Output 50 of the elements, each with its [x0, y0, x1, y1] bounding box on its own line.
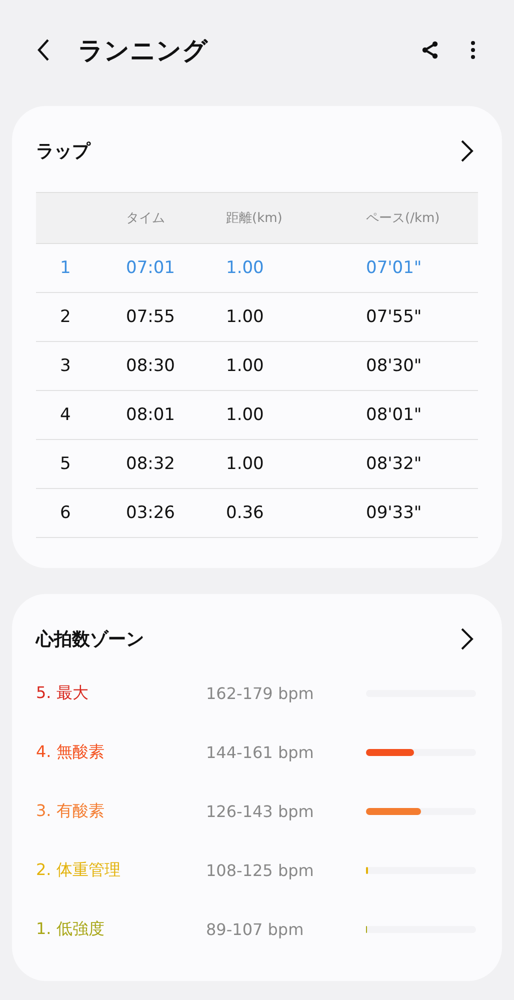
- table-cell-text: 5: [59, 454, 72, 474]
- table-cell-text: 0.36: [226, 503, 265, 523]
- table-cell-text: 07:55: [126, 307, 176, 327]
- table-cell-text: 07'01": [366, 258, 423, 278]
- section-title: 心拍数ゾーン: [36, 628, 144, 651]
- table-cell-text: 1.00: [226, 405, 265, 425]
- lap-row[interactable]: 3 08:30 1.00 08'30": [36, 342, 478, 391]
- table-cell-text: 1.00: [226, 454, 265, 474]
- column-header: 距離(km): [226, 210, 284, 227]
- share-icon[interactable]: [420, 40, 440, 60]
- zone-name: 2. 体重管理: [36, 860, 122, 881]
- table-cell-text: 08'01": [366, 405, 423, 425]
- lap-row[interactable]: 2 07:55 1.00 07'55": [36, 293, 478, 342]
- zone-range: 144-161 bpm: [206, 743, 315, 762]
- table-cell-text: 08:32: [126, 454, 176, 474]
- table-cell-text: 08'32": [366, 454, 423, 474]
- table-cell-text: 1.00: [226, 307, 265, 327]
- table-cell-text: 6: [59, 503, 72, 523]
- zone-name: 5. 最大: [36, 683, 90, 704]
- table-cell-text: 2: [59, 307, 72, 327]
- table-cell-text: 1.00: [226, 258, 265, 278]
- table-cell-text: 07'55": [366, 307, 423, 327]
- table-cell-text: 09'33": [366, 503, 423, 523]
- column-header: タイム: [126, 210, 166, 227]
- lap-row[interactable]: 6 03:26 0.36 09'33": [36, 489, 478, 538]
- screen-title: ランニング: [78, 34, 209, 66]
- table-cell-text: 08'30": [366, 356, 423, 376]
- table-cell-text: 08:30: [126, 356, 176, 376]
- table-cell-text: 08:01: [126, 405, 176, 425]
- zone-name: 3. 有酸素: [36, 801, 106, 822]
- zone-range: 126-143 bpm: [206, 802, 315, 821]
- back-icon[interactable]: [36, 38, 50, 62]
- zone-range: 89-107 bpm: [206, 920, 305, 939]
- zone-range: 162-179 bpm: [206, 684, 315, 703]
- lap-row[interactable]: 5 08:32 1.00 08'32": [36, 440, 478, 489]
- table-cell-text: 03:26: [126, 503, 176, 523]
- table-cell-text: 07:01: [126, 258, 176, 278]
- lap-row[interactable]: 4 08:01 1.00 08'01": [36, 391, 478, 440]
- chevron-right-icon[interactable]: [460, 627, 474, 651]
- column-header: ペース(/km): [366, 210, 441, 227]
- more-options-icon[interactable]: [470, 40, 476, 60]
- zone-range: 108-125 bpm: [206, 861, 315, 880]
- table-cell-text: 3: [59, 356, 72, 376]
- zone-name: 1. 低強度: [36, 919, 106, 940]
- table-cell-text: 1.00: [226, 356, 265, 376]
- table-cell-text: 4: [59, 405, 72, 425]
- table-cell-text: 1: [59, 258, 72, 278]
- chevron-right-icon[interactable]: [460, 139, 474, 163]
- section-title: ラップ: [36, 140, 90, 163]
- zone-name: 4. 無酸素: [36, 742, 106, 763]
